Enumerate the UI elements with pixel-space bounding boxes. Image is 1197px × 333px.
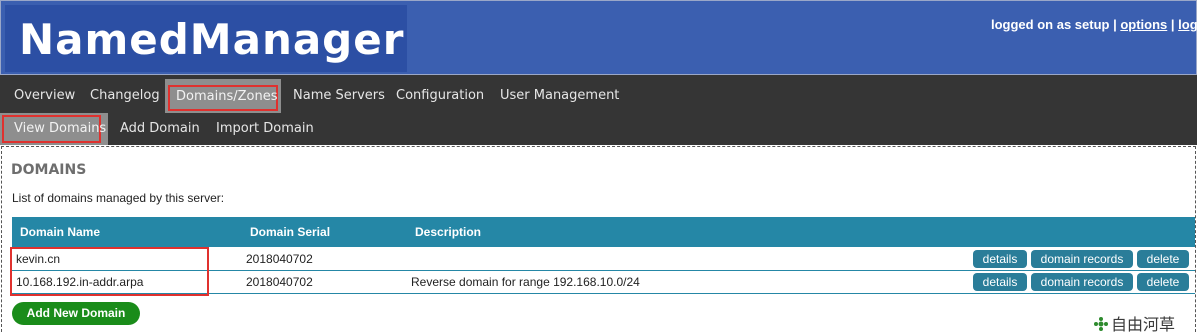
highlight-box: [10, 247, 209, 296]
logo-box: NamedManager: [5, 5, 407, 72]
flower-icon: [1094, 317, 1108, 331]
table-header: Domain Name Domain Serial Description: [12, 217, 1195, 247]
delete-button[interactable]: delete: [1137, 250, 1189, 268]
menu-name-servers[interactable]: Name Servers: [293, 88, 385, 103]
column-description: Description: [415, 225, 482, 239]
domain-records-button[interactable]: domain records: [1031, 250, 1133, 268]
menu-changelog[interactable]: Changelog: [90, 88, 160, 103]
domain-serial-cell: 2018040702: [246, 252, 313, 266]
logout-link[interactable]: logout: [1178, 17, 1197, 32]
separator: |: [1109, 17, 1121, 32]
menu-overview[interactable]: Overview: [14, 88, 75, 103]
sub-menu: View Domains Add Domain Import Domain: [0, 113, 1197, 145]
submenu-add-domain[interactable]: Add Domain: [120, 121, 200, 136]
details-button[interactable]: details: [973, 273, 1027, 291]
separator: |: [1167, 17, 1179, 32]
domain-records-button[interactable]: domain records: [1031, 273, 1133, 291]
menu-domains-zones[interactable]: Domains/Zones: [165, 79, 281, 113]
domain-serial-cell: 2018040702: [246, 275, 313, 289]
user-bar: logged on as setup | options | logout: [991, 17, 1197, 32]
page-intro: List of domains managed by this server:: [12, 191, 225, 205]
logged-on-text: logged on as setup: [991, 17, 1110, 32]
watermark: 自由河草: [1093, 311, 1197, 333]
menu-configuration[interactable]: Configuration: [396, 88, 484, 103]
app-logo[interactable]: NamedManager: [19, 15, 404, 64]
options-link[interactable]: options: [1120, 17, 1167, 32]
column-domain-serial: Domain Serial: [250, 225, 331, 239]
description-cell: Reverse domain for range 192.168.10.0/24: [411, 275, 640, 289]
add-new-domain-button[interactable]: Add New Domain: [12, 302, 140, 325]
menu-user-management[interactable]: User Management: [500, 88, 619, 103]
submenu-import-domain[interactable]: Import Domain: [216, 121, 314, 136]
delete-button[interactable]: delete: [1137, 273, 1189, 291]
submenu-view-domains-label: View Domains: [14, 121, 107, 136]
details-button[interactable]: details: [973, 250, 1027, 268]
main-menu: Overview Changelog Domains/Zones Name Se…: [0, 75, 1197, 113]
watermark-text: 自由河草: [1111, 315, 1176, 333]
column-domain-name: Domain Name: [20, 225, 101, 239]
app-header: NamedManager logged on as setup | option…: [0, 0, 1197, 75]
menu-domains-zones-label: Domains/Zones: [176, 89, 278, 104]
submenu-view-domains[interactable]: View Domains: [0, 113, 108, 145]
page-title: DOMAINS: [11, 162, 87, 178]
